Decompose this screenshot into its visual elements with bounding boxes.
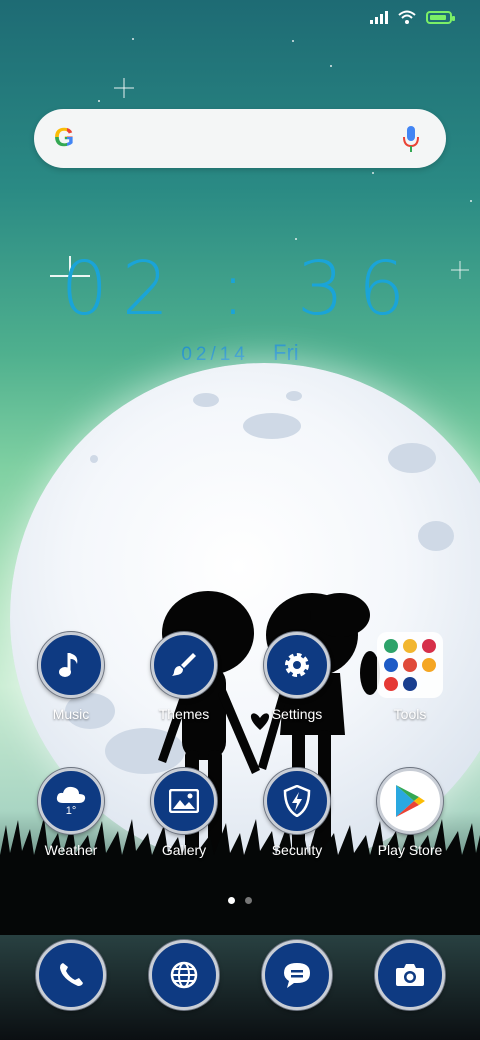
date-text: 02/14 xyxy=(181,344,249,365)
dock-messages[interactable] xyxy=(242,940,352,1010)
wifi-icon xyxy=(398,10,416,24)
dock-phone[interactable] xyxy=(16,940,126,1010)
app-label: Tools xyxy=(393,706,427,722)
page-dot[interactable] xyxy=(245,897,252,904)
app-label: Weather xyxy=(44,842,98,858)
star xyxy=(295,238,297,240)
star xyxy=(330,65,332,67)
google-logo-icon: G xyxy=(54,124,80,150)
camera-icon xyxy=(375,940,445,1010)
paintbrush-icon xyxy=(151,632,217,698)
star xyxy=(372,172,374,174)
star xyxy=(132,38,134,40)
app-label: Play Store xyxy=(377,842,443,858)
signal-icon xyxy=(370,10,388,24)
status-bar xyxy=(370,10,455,24)
battery-charging-icon xyxy=(426,10,455,24)
google-search-bar[interactable]: G xyxy=(34,109,446,168)
sparkle xyxy=(114,78,134,98)
gear-icon xyxy=(264,632,330,698)
folder-icon xyxy=(377,632,443,698)
home-screen: G 02 : 36 02/14 Fri Music Themes Setting… xyxy=(0,0,480,1040)
star xyxy=(292,40,294,42)
app-label: Music xyxy=(52,706,90,722)
image-icon xyxy=(151,768,217,834)
clock-time[interactable]: 02 : 36 xyxy=(0,246,480,332)
play-store-icon xyxy=(377,768,443,834)
dock-camera[interactable] xyxy=(355,940,465,1010)
cloud-snow-icon: 1° xyxy=(38,768,104,834)
app-weather[interactable]: 1° Weather xyxy=(16,768,126,858)
shield-lightning-icon xyxy=(264,768,330,834)
app-label: Settings xyxy=(271,706,323,722)
music-note-icon xyxy=(38,632,104,698)
weekday-text: Fri xyxy=(273,340,299,365)
globe-icon xyxy=(149,940,219,1010)
app-security[interactable]: Security xyxy=(242,768,352,858)
app-label: Security xyxy=(271,842,323,858)
clock-date[interactable]: 02/14 Fri xyxy=(0,340,480,366)
phone-icon xyxy=(36,940,106,1010)
app-themes[interactable]: Themes xyxy=(129,632,239,722)
folder-tools[interactable]: Tools xyxy=(355,632,465,722)
app-settings[interactable]: Settings xyxy=(242,632,352,722)
star xyxy=(98,100,100,102)
app-music[interactable]: Music xyxy=(16,632,126,722)
app-play-store[interactable]: Play Store xyxy=(355,768,465,858)
chat-bubble-icon xyxy=(262,940,332,1010)
app-gallery[interactable]: Gallery xyxy=(129,768,239,858)
weather-temp: 1° xyxy=(65,805,77,817)
page-indicator xyxy=(0,897,480,904)
microphone-icon[interactable] xyxy=(402,125,420,153)
page-dot-active[interactable] xyxy=(228,897,235,904)
star xyxy=(470,200,472,202)
dock-browser[interactable] xyxy=(129,940,239,1010)
app-label: Gallery xyxy=(161,842,207,858)
app-label: Themes xyxy=(158,706,210,722)
